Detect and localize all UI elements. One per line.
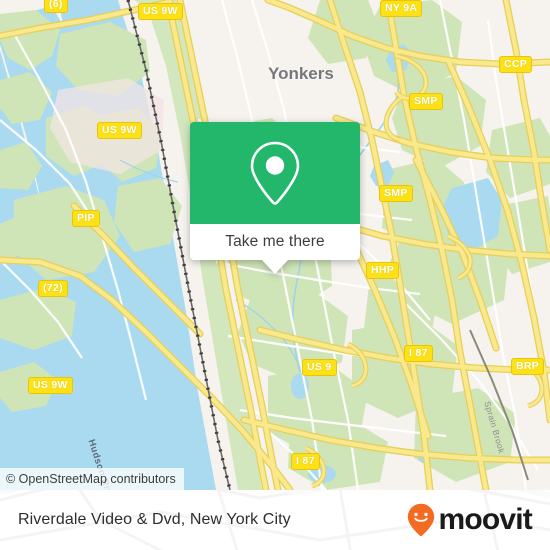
road-shield: HHP — [366, 262, 400, 279]
osm-attribution[interactable]: © OpenStreetMap contributors — [0, 468, 184, 490]
road-shield: NY 9A — [380, 0, 423, 17]
moovit-map-screenshot: Yonkers Hudson River Sprain Brook (6) US… — [0, 0, 550, 550]
road-shield: US 9W — [28, 377, 73, 394]
footer-content: Riverdale Video & Dvd, New York City moo… — [0, 490, 550, 550]
road-shield: US 9W — [138, 3, 183, 20]
place-title: Riverdale Video & Dvd, New York City — [18, 511, 291, 528]
road-shield: US 9W — [97, 122, 142, 139]
moovit-wordmark: moovit — [438, 503, 532, 536]
popup-pointer-tail — [262, 260, 288, 274]
take-me-there-label: Take me there — [225, 233, 325, 250]
road-shield: PIP — [72, 210, 100, 227]
popup-action-row[interactable]: Take me there — [190, 224, 360, 260]
road-shield: I 87 — [291, 453, 320, 470]
moovit-logo[interactable]: moovit — [407, 503, 533, 537]
map-canvas[interactable]: Yonkers Hudson River Sprain Brook (6) US… — [0, 0, 550, 490]
footer-bar: Riverdale Video & Dvd, New York City moo… — [0, 490, 550, 550]
popup-header — [190, 122, 360, 224]
map-pin-icon — [250, 141, 300, 205]
road-shield: CCP — [499, 56, 533, 73]
moovit-pin-smile-icon — [408, 503, 435, 537]
road-shield: I 87 — [404, 345, 433, 362]
road-shield: (72) — [38, 280, 68, 297]
map-place-label-yonkers: Yonkers — [268, 64, 334, 83]
location-popup-card[interactable]: Take me there — [190, 122, 360, 274]
road-shield: BRP — [511, 358, 545, 375]
road-shield: US 9 — [302, 359, 337, 376]
road-shield: SMP — [379, 185, 413, 202]
road-shield: SMP — [409, 93, 443, 110]
road-shield: (6) — [44, 0, 68, 13]
